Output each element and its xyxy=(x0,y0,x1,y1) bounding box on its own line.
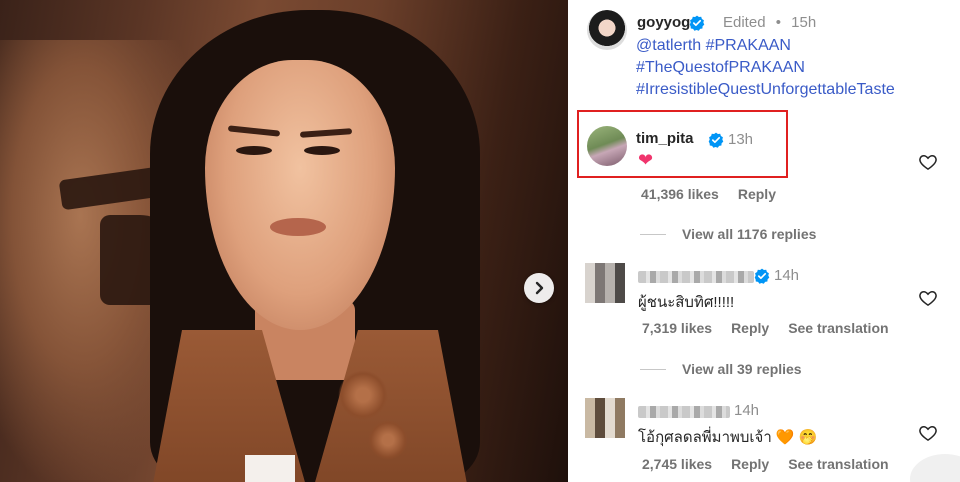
caption-header: goyyog Edited • 15h xyxy=(637,14,816,31)
view-replies-label: View all 39 replies xyxy=(682,361,802,377)
next-photo-button[interactable] xyxy=(524,273,554,303)
hashtag-link[interactable]: @tatlerth #PRAKAAN xyxy=(636,35,895,57)
comment-text: โอ้กุศลดลพี่มาพบเจ้า 🧡 🤭 xyxy=(638,429,818,446)
caption-hashtags: @tatlerth #PRAKAAN #TheQuestofPRAKAAN #I… xyxy=(636,35,895,101)
see-translation-button[interactable]: See translation xyxy=(788,456,888,472)
comment-actions: 7,319 likes Reply See translation xyxy=(642,320,889,336)
reply-button[interactable]: Reply xyxy=(738,186,776,202)
caption-username[interactable]: goyyog xyxy=(637,14,690,31)
comment-time: 14h xyxy=(774,267,800,284)
view-replies-button[interactable]: View all 39 replies xyxy=(640,361,802,377)
likes-count[interactable]: 7,319 likes xyxy=(642,320,712,336)
caption-time: 15h xyxy=(791,14,817,31)
separator-dot: • xyxy=(775,14,781,31)
view-replies-button[interactable]: View all 1176 replies xyxy=(640,226,816,242)
hashtag-link[interactable]: #TheQuestofPRAKAAN xyxy=(636,57,895,79)
view-replies-label: View all 1176 replies xyxy=(682,226,817,242)
heart-outline-icon[interactable] xyxy=(918,288,938,308)
hashtag-link[interactable]: #IrresistibleQuestUnforgettableTaste xyxy=(636,79,895,101)
comment-text: ผู้ชนะสิบทิศ!!!!! xyxy=(638,294,735,311)
comment-time: 14h xyxy=(734,402,760,419)
chevron-right-icon xyxy=(535,281,544,295)
reply-button[interactable]: Reply xyxy=(731,320,769,336)
heart-outline-icon[interactable] xyxy=(918,152,938,172)
verified-badge-icon xyxy=(689,15,705,31)
avatar[interactable] xyxy=(585,263,625,303)
avatar[interactable] xyxy=(585,398,625,438)
comment-username[interactable] xyxy=(638,406,730,418)
comment-text: ❤ xyxy=(638,150,654,170)
reply-button[interactable]: Reply xyxy=(731,456,769,472)
see-translation-button[interactable]: See translation xyxy=(788,320,888,336)
likes-count[interactable]: 41,396 likes xyxy=(641,186,719,202)
comment-actions: 2,745 likes Reply See translation xyxy=(642,456,889,472)
comment-username[interactable]: tim_pita xyxy=(636,130,694,147)
avatar[interactable] xyxy=(587,10,627,50)
likes-count[interactable]: 2,745 likes xyxy=(642,456,712,472)
post-photo xyxy=(0,0,568,482)
edited-label: Edited xyxy=(723,14,766,31)
verified-badge-icon xyxy=(754,268,770,284)
heart-outline-icon[interactable] xyxy=(918,423,938,443)
comment-username[interactable] xyxy=(638,271,754,283)
comment-actions: 41,396 likes Reply xyxy=(641,186,776,202)
verified-badge-icon xyxy=(708,132,724,148)
comment-time: 13h xyxy=(728,131,754,148)
avatar[interactable] xyxy=(587,126,627,166)
corner-decoration xyxy=(910,454,960,482)
comments-panel: goyyog Edited • 15h @tatlerth #PRAKAAN #… xyxy=(568,0,960,482)
